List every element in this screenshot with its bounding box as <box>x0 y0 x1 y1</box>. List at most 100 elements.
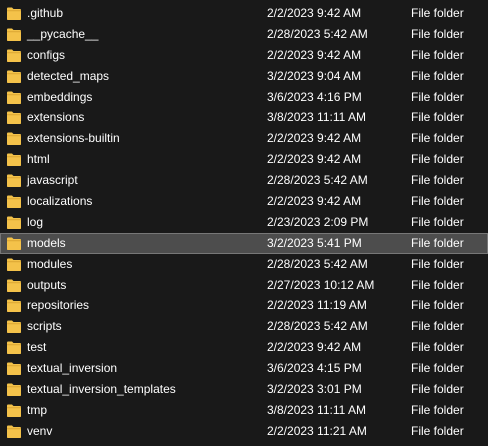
file-row[interactable]: textual_inversion 3/6/2023 4:15 PM File fo… <box>0 358 488 379</box>
file-type: File folder <box>411 26 464 41</box>
file-type: File folder <box>411 68 464 83</box>
file-row[interactable]: scripts 2/28/2023 5:42 AM File folder <box>0 316 488 337</box>
file-name: tmp <box>27 402 48 417</box>
folder-icon <box>6 131 22 146</box>
file-type: File folder <box>411 194 464 209</box>
file-list: .github 2/2/2023 9:42 AM File folder __pyca… <box>0 0 488 446</box>
folder-icon <box>6 215 22 230</box>
file-name: embeddings <box>27 89 93 104</box>
file-name: extensions-builtin <box>27 131 120 146</box>
folder-icon <box>6 194 22 209</box>
folder-icon <box>6 319 22 334</box>
date-modified: 2/2/2023 9:42 AM <box>267 194 362 209</box>
file-type: File folder <box>411 319 464 334</box>
date-modified: 2/28/2023 5:42 AM <box>267 173 368 188</box>
file-row[interactable]: extensions-builtin 2/2/2023 9:42 AM File f… <box>0 128 488 149</box>
file-row[interactable]: html 2/2/2023 9:42 AM File folder <box>0 149 488 170</box>
folder-icon <box>6 403 22 418</box>
date-modified: 2/2/2023 9:42 AM <box>267 340 362 355</box>
file-name: log <box>27 214 44 229</box>
date-modified: 2/23/2023 2:09 PM <box>267 214 369 229</box>
folder-icon <box>6 424 22 439</box>
file-type: File folder <box>411 110 464 125</box>
file-name: configs <box>27 47 66 62</box>
file-type: File folder <box>411 47 464 62</box>
file-row[interactable]: .github 2/2/2023 9:42 AM File folder <box>0 3 488 24</box>
file-name: outputs <box>27 277 67 292</box>
file-type: File folder <box>411 89 464 104</box>
file-type: File folder <box>411 214 464 229</box>
date-modified: 3/6/2023 4:16 PM <box>267 89 362 104</box>
file-row[interactable]: tmp 3/8/2023 11:11 AM File folder <box>0 400 488 421</box>
date-modified: 3/2/2023 3:01 PM <box>267 382 362 397</box>
file-type: File folder <box>411 256 464 271</box>
date-modified: 2/28/2023 5:42 AM <box>267 319 368 334</box>
file-row[interactable]: venv 2/2/2023 11:21 AM File folder <box>0 421 488 442</box>
folder-icon <box>6 382 22 397</box>
file-name: .github <box>27 6 64 20</box>
date-modified: 2/2/2023 9:42 AM <box>267 152 362 167</box>
file-row[interactable]: models 3/2/2023 5:41 PM File folder <box>0 232 488 254</box>
date-modified: 2/2/2023 11:21 AM <box>267 423 367 438</box>
file-name: scripts <box>27 319 62 334</box>
file-row[interactable]: repositories 2/2/2023 11:19 AM File folder <box>0 295 488 316</box>
file-type: File folder <box>411 173 464 188</box>
file-row[interactable]: outputs 2/27/2023 10:12 AM File folder <box>0 275 488 296</box>
date-modified: 2/2/2023 9:42 AM <box>267 6 362 20</box>
file-type: File folder <box>411 235 464 250</box>
file-name: extensions <box>27 110 85 125</box>
file-name: textual_inversion <box>27 361 118 376</box>
file-type: File folder <box>411 382 464 397</box>
date-modified: 2/2/2023 9:42 AM <box>267 47 362 62</box>
file-name: __pycache__ <box>27 26 99 41</box>
file-name: test <box>27 340 47 355</box>
folder-icon <box>6 6 22 21</box>
file-type: File folder <box>411 152 464 167</box>
folder-icon <box>6 90 22 105</box>
folder-icon <box>6 361 22 376</box>
folder-icon <box>6 278 22 293</box>
folder-icon <box>6 152 22 167</box>
date-modified: 2/28/2023 5:42 AM <box>267 26 368 41</box>
file-name: repositories <box>27 298 90 313</box>
folder-icon <box>6 27 22 42</box>
folder-icon <box>6 236 22 251</box>
file-row[interactable]: textual_inversion_templates 3/2/2023 3:01… <box>0 379 488 400</box>
folder-icon <box>6 173 22 188</box>
file-row[interactable]: embeddings 3/6/2023 4:16 PM File folder <box>0 87 488 108</box>
file-type: File folder <box>411 402 464 417</box>
file-row[interactable]: modules 2/28/2023 5:42 AM File folder <box>0 254 488 275</box>
folder-icon <box>6 257 22 272</box>
date-modified: 2/2/2023 11:19 AM <box>267 298 367 313</box>
date-modified: 3/8/2023 11:11 AM <box>267 402 366 417</box>
file-name: textual_inversion_templates <box>27 382 176 397</box>
date-modified: 2/2/2023 9:42 AM <box>267 131 362 146</box>
folder-icon <box>6 110 22 125</box>
file-name: javascript <box>27 173 78 188</box>
file-name: models <box>27 235 66 250</box>
file-row[interactable]: configs 2/2/2023 9:42 AM File folder <box>0 45 488 66</box>
date-modified: 3/6/2023 4:15 PM <box>267 361 362 376</box>
file-type: File folder <box>411 6 464 20</box>
file-type: File folder <box>411 423 464 438</box>
file-row[interactable]: test 2/2/2023 9:42 AM File folder <box>0 337 488 358</box>
file-row[interactable]: extensions 3/8/2023 11:11 AM File folder <box>0 107 488 128</box>
date-modified: 3/8/2023 11:11 AM <box>267 110 366 125</box>
date-modified: 2/28/2023 5:42 AM <box>267 256 368 271</box>
file-row[interactable]: log 2/23/2023 2:09 PM File folder <box>0 212 488 233</box>
file-name: modules <box>27 256 73 271</box>
file-name: detected_maps <box>27 68 110 83</box>
file-type: File folder <box>411 277 464 292</box>
folder-icon <box>6 48 22 63</box>
date-modified: 2/27/2023 10:12 AM <box>267 277 375 292</box>
file-type: File folder <box>411 131 464 146</box>
file-row[interactable]: __pycache__ 2/28/2023 5:42 AM File folder <box>0 24 488 45</box>
file-name: venv <box>27 423 53 438</box>
file-row[interactable]: detected_maps 3/2/2023 9:04 AM File folder <box>0 66 488 87</box>
file-name: html <box>27 152 50 167</box>
file-row[interactable]: javascript 2/28/2023 5:42 AM File folder <box>0 170 488 191</box>
date-modified: 3/2/2023 5:41 PM <box>267 235 362 250</box>
file-row[interactable]: localizations 2/2/2023 9:42 AM File folder <box>0 191 488 212</box>
file-name: localizations <box>27 194 93 209</box>
folder-icon <box>6 69 22 84</box>
